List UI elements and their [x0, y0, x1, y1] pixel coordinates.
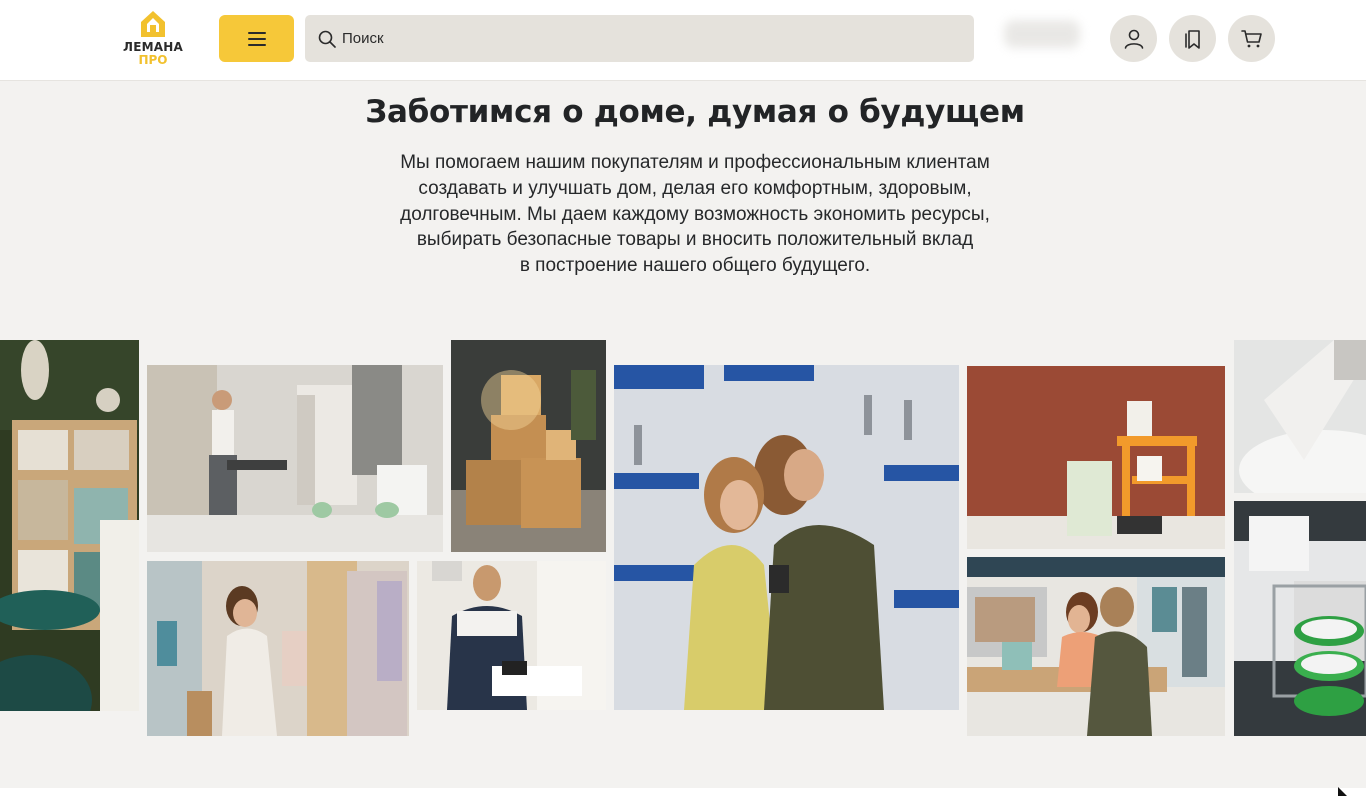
logo-text-secondary: ПРО: [138, 53, 168, 67]
photo-couple-in-store: [614, 365, 959, 710]
favorites-button[interactable]: [1169, 15, 1216, 62]
page-title: Заботимся о доме, думая о будущем: [365, 94, 1025, 130]
profile-button[interactable]: [1110, 15, 1157, 62]
description-line: в построение нашего общего будущего.: [519, 255, 871, 277]
user-icon: [1124, 29, 1143, 49]
photo-shopping-cart: [1234, 501, 1366, 736]
photo-living-room-shelf: [0, 340, 139, 711]
cart-button[interactable]: [1228, 15, 1275, 62]
search-input[interactable]: [342, 30, 942, 47]
description-line: выбирать безопасные товары и вносить пол…: [416, 229, 974, 251]
region-selector[interactable]: [1004, 20, 1080, 48]
logo[interactable]: ЛЕМАНА ПРО: [116, 10, 190, 68]
photo-bathroom-towels: [147, 561, 409, 736]
search-icon: [318, 30, 336, 48]
menu-icon: [247, 31, 266, 46]
description-line: Мы помогаем нашим покупателям и професси…: [400, 152, 990, 173]
bookmark-icon: [1184, 29, 1200, 49]
description-line: создавать и улучшать дом, делая его комф…: [418, 177, 972, 199]
mouse-cursor-icon: [1338, 787, 1347, 796]
catalog-menu-button[interactable]: [219, 15, 294, 62]
photo-design-consultation: [967, 557, 1225, 736]
footer-edge: [0, 788, 1366, 796]
site-header: ЛЕМАНА ПРО: [0, 0, 1366, 81]
photo-moving-boxes: [451, 340, 606, 552]
logo-house-icon: [141, 11, 165, 37]
photo-plumber-sink: [417, 561, 606, 710]
description-line: долговечным. Мы даем каждому возможность…: [400, 203, 990, 225]
search-bar[interactable]: [305, 15, 974, 62]
photo-paint-brush: [1234, 340, 1366, 493]
logo-text-primary: ЛЕМАНА: [123, 40, 183, 54]
page-description: Мы помогаем нашим покупателям и професси…: [370, 150, 1020, 279]
photo-paint-buckets: [967, 366, 1225, 549]
photo-bathroom-renovation: [147, 365, 443, 552]
cart-icon: [1240, 29, 1262, 47]
